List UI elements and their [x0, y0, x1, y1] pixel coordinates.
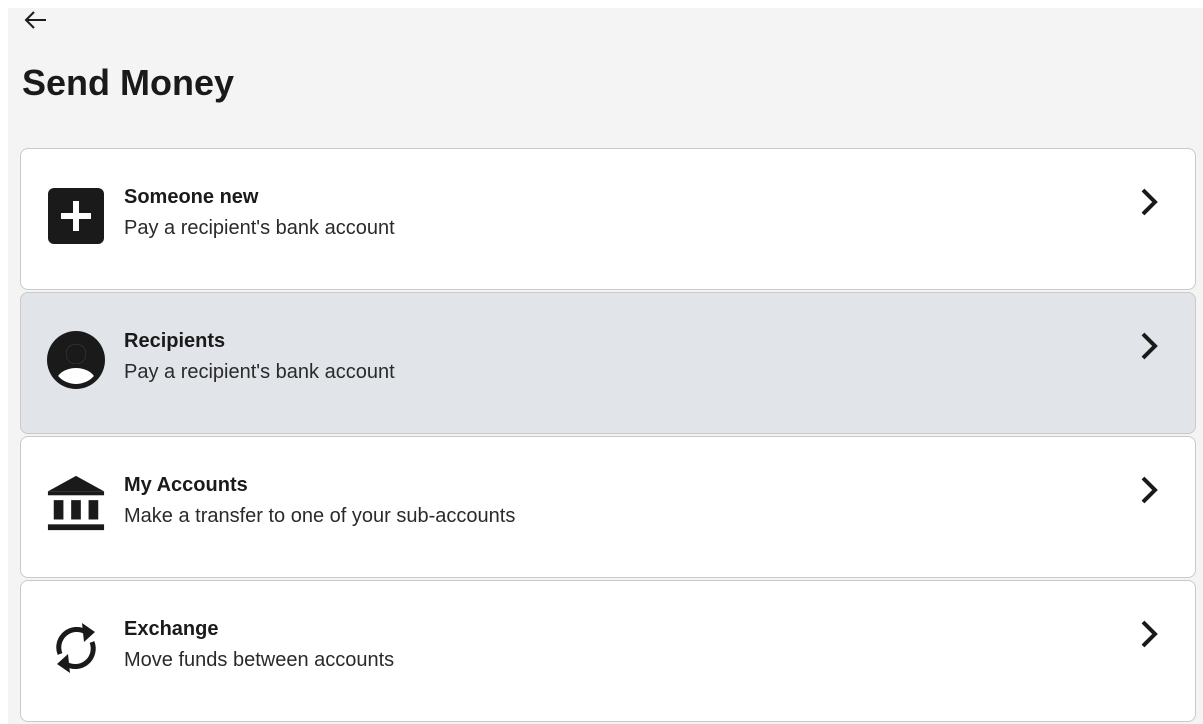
option-description: Pay a recipient's bank account — [124, 361, 395, 383]
plus-square-icon — [46, 186, 106, 246]
option-title: Exchange — [124, 618, 219, 640]
exchange-arrows-icon — [46, 618, 106, 678]
option-description: Move funds between accounts — [124, 649, 395, 671]
option-exchange[interactable]: Exchange Move funds between accounts — [20, 580, 1196, 722]
chevron-right-icon — [1141, 188, 1158, 216]
option-title: My Accounts — [124, 474, 248, 496]
option-text: Someone new Pay a recipient's bank accou… — [124, 184, 395, 242]
option-description: Pay a recipient's bank account — [124, 217, 395, 239]
page-title: Send Money — [22, 62, 235, 103]
option-title: Recipients — [124, 330, 226, 352]
option-text: Exchange Move funds between accounts — [124, 616, 394, 674]
option-recipients[interactable]: Recipients Pay a recipient's bank accoun… — [20, 292, 1196, 434]
option-my-accounts[interactable]: My Accounts Make a transfer to one of yo… — [20, 436, 1196, 578]
option-text: My Accounts Make a transfer to one of yo… — [124, 472, 515, 530]
bank-icon — [46, 474, 106, 534]
chevron-right-icon — [1141, 620, 1158, 648]
option-description: Make a transfer to one of your sub-accou… — [124, 505, 516, 527]
send-money-options: Someone new Pay a recipient's bank accou… — [20, 148, 1196, 724]
arrow-left-icon[interactable] — [24, 10, 48, 30]
chevron-right-icon — [1141, 476, 1158, 504]
option-text: Recipients Pay a recipient's bank accoun… — [124, 328, 395, 386]
user-circle-icon — [46, 330, 106, 390]
chevron-right-icon — [1141, 332, 1158, 360]
send-money-page: Send Money Someone new Pay a recipient's… — [8, 8, 1203, 724]
option-title: Someone new — [124, 186, 259, 208]
option-someone-new[interactable]: Someone new Pay a recipient's bank accou… — [20, 148, 1196, 290]
